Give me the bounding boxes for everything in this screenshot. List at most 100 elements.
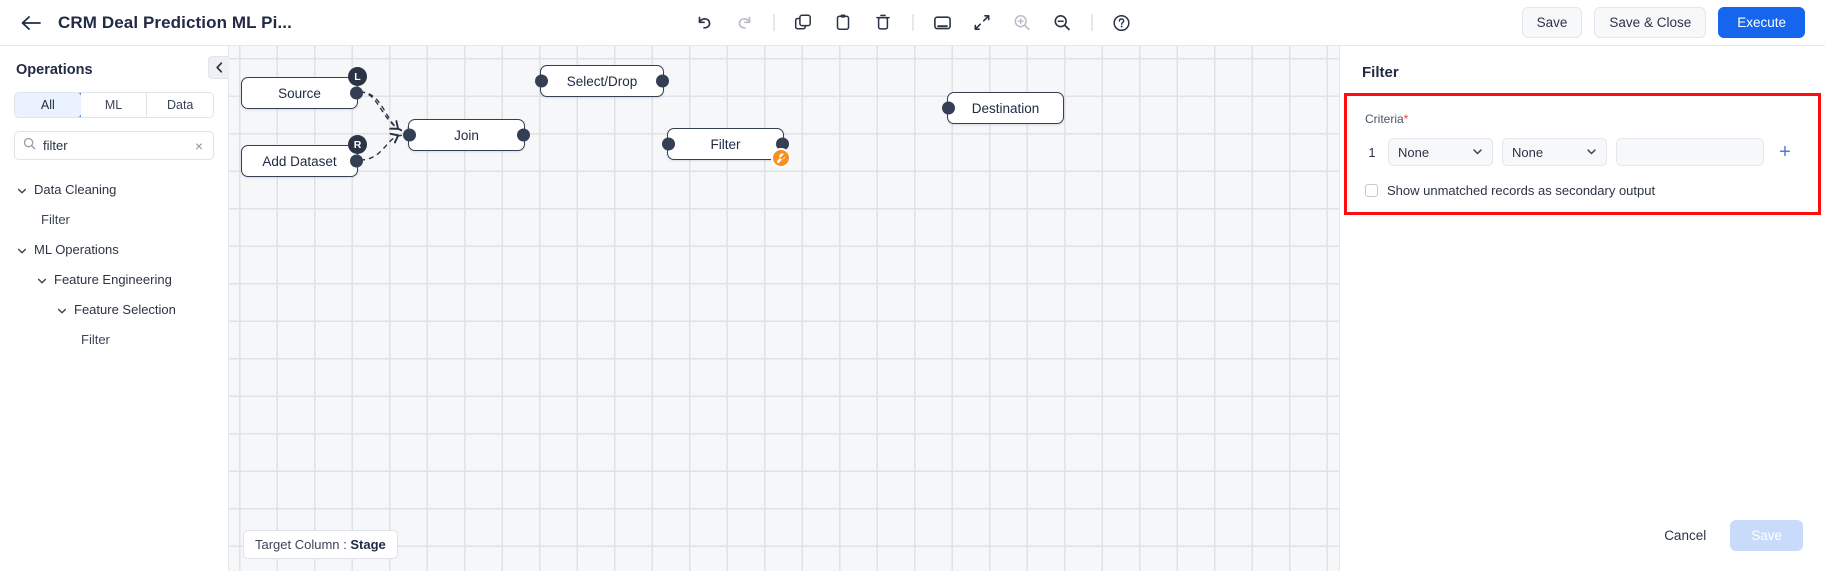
sidebar-group-ml-operations[interactable]: ML Operations [0, 234, 228, 264]
copy-icon[interactable] [792, 12, 814, 34]
required-asterisk: * [1403, 112, 1409, 126]
criteria-field-value: None [1398, 144, 1430, 160]
node-input-port[interactable] [403, 128, 416, 142]
criteria-operator-value: None [1512, 144, 1544, 160]
unmatched-records-checkbox[interactable] [1365, 184, 1378, 197]
save-and-close-button[interactable]: Save & Close [1594, 7, 1707, 38]
node-input-port[interactable] [662, 137, 675, 151]
zoom-out-icon[interactable] [1051, 12, 1073, 34]
search-container: filter × [14, 131, 214, 160]
sidebar-group-label: Feature Selection [74, 301, 176, 317]
chevron-down-icon [57, 304, 67, 314]
toolbar-divider [1091, 14, 1092, 31]
redo-icon[interactable] [733, 12, 755, 34]
search-value: filter [43, 138, 68, 153]
pipeline-canvas[interactable]: Source L Add Dataset R Join Select/Drop [229, 46, 1340, 571]
target-column-chip: Target Column : Stage [243, 530, 398, 559]
chevron-down-icon [17, 184, 27, 194]
expand-icon[interactable] [971, 12, 993, 34]
chevron-down-icon [17, 244, 27, 254]
sidebar-header: Operations [0, 50, 228, 88]
delete-icon[interactable] [872, 12, 894, 34]
node-output-port[interactable] [517, 128, 530, 142]
canvas-node-label: Select/Drop [566, 73, 638, 89]
paste-icon[interactable] [832, 12, 854, 34]
chevron-down-icon [1586, 145, 1597, 160]
canvas-node-select-drop[interactable]: Select/Drop [535, 65, 669, 97]
sidebar-group-label: Feature Engineering [54, 271, 172, 287]
help-icon[interactable] [1110, 12, 1132, 34]
canvas-node-destination[interactable]: Destination [942, 92, 1064, 124]
canvas-node-join[interactable]: Join [403, 119, 530, 151]
canvas-node-filter[interactable]: Filter [662, 128, 791, 168]
search-input[interactable]: filter × [14, 131, 214, 160]
node-output-port[interactable] [656, 74, 669, 88]
panel-save-button[interactable]: Save [1730, 520, 1803, 551]
toolbar-left-group: CRM Deal Prediction ML Pi... [0, 10, 292, 36]
main-body: Operations All ML Data filter × Data Cle… [0, 46, 1825, 571]
criteria-row: 1 None None + [1365, 138, 1800, 166]
save-button[interactable]: Save [1521, 7, 1583, 38]
filter-config-panel: Filter Criteria* 1 None None + Show unma… [1340, 46, 1825, 571]
zoom-in-icon[interactable] [1011, 12, 1033, 34]
fit-screen-icon[interactable] [931, 12, 953, 34]
toolbar-divider [912, 14, 913, 31]
search-icon [23, 137, 36, 155]
execute-button[interactable]: Execute [1718, 7, 1805, 38]
top-toolbar: CRM Deal Prediction ML Pi... Save Save &… [0, 0, 1825, 46]
canvas-node-label: Source [278, 85, 321, 101]
sidebar-group-feature-engineering[interactable]: Feature Engineering [0, 264, 228, 294]
operations-sidebar: Operations All ML Data filter × Data Cle… [0, 46, 229, 571]
sidebar-group-feature-selection[interactable]: Feature Selection [0, 294, 228, 324]
sidebar-group-label: ML Operations [34, 241, 119, 257]
unmatched-records-row: Show unmatched records as secondary outp… [1365, 183, 1800, 198]
undo-icon[interactable] [693, 12, 715, 34]
toolbar-right-group: Save Save & Close Execute [1521, 7, 1825, 38]
toolbar-center-group [693, 12, 1132, 34]
operations-tab-group: All ML Data [14, 92, 214, 118]
add-criteria-button[interactable]: + [1773, 140, 1797, 164]
back-arrow-icon[interactable] [18, 10, 44, 36]
tab-ml[interactable]: ML [80, 93, 148, 117]
panel-footer: Cancel Save [1340, 520, 1825, 571]
close-icon[interactable]: × [193, 139, 205, 153]
canvas-node-label: Filter [710, 136, 741, 152]
sidebar-item-filter-feature-selection[interactable]: Filter [0, 324, 228, 354]
node-input-port[interactable] [535, 74, 548, 88]
tab-all[interactable]: All [15, 93, 82, 117]
sidebar-group-data-cleaning[interactable]: Data Cleaning [0, 174, 228, 204]
canvas-node-add-dataset[interactable]: Add Dataset R [241, 135, 367, 177]
node-output-port[interactable] [350, 154, 363, 168]
node-badge-left: L [348, 67, 367, 86]
node-badge-right: R [348, 135, 367, 154]
node-output-port[interactable] [350, 86, 363, 100]
unmatched-records-label: Show unmatched records as secondary outp… [1387, 183, 1656, 198]
node-input-port[interactable] [942, 101, 955, 115]
canvas-node-label: Join [454, 127, 479, 143]
wrench-icon[interactable] [771, 148, 791, 168]
toolbar-divider [773, 14, 774, 31]
sidebar-item-filter-data-cleaning[interactable]: Filter [0, 204, 228, 234]
canvas-node-label: Destination [971, 100, 1040, 116]
criteria-value-input[interactable] [1616, 138, 1764, 166]
cancel-button[interactable]: Cancel [1652, 521, 1719, 550]
criteria-label: Criteria* [1365, 112, 1800, 126]
page-title: CRM Deal Prediction ML Pi... [58, 12, 292, 32]
criteria-highlight-box: Criteria* 1 None None + Show unmatched r… [1344, 93, 1821, 215]
criteria-label-text: Criteria [1365, 112, 1404, 126]
sidebar-group-label: Data Cleaning [34, 181, 117, 197]
criteria-operator-select[interactable]: None [1502, 138, 1607, 166]
canvas-node-source[interactable]: Source L [241, 67, 367, 109]
tab-data[interactable]: Data [147, 93, 213, 117]
target-column-value: Stage [350, 537, 386, 552]
operations-tree: Data Cleaning Filter ML Operations Featu… [0, 174, 228, 354]
canvas-node-label: Add Dataset [262, 153, 337, 169]
criteria-field-select[interactable]: None [1388, 138, 1493, 166]
criteria-row-number: 1 [1368, 144, 1376, 160]
chevron-down-icon [1472, 145, 1483, 160]
sidebar-title: Operations [16, 62, 93, 78]
chevron-left-icon[interactable] [208, 56, 229, 79]
panel-title: Filter [1362, 64, 1399, 81]
pipeline-editor-app: CRM Deal Prediction ML Pi... Save Save &… [0, 0, 1825, 571]
chevron-down-icon [37, 274, 47, 284]
